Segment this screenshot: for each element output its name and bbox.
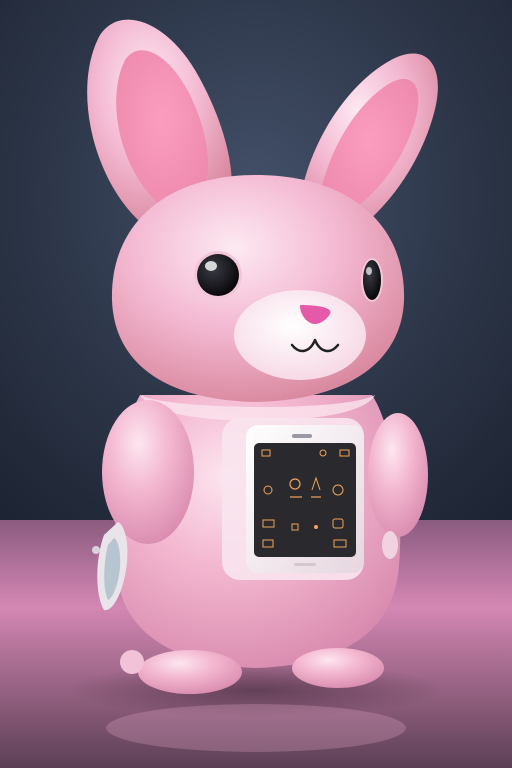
right-eye (361, 258, 383, 302)
left-foot (138, 650, 242, 694)
back-foot (120, 650, 144, 674)
bunny-scene (0, 0, 512, 768)
star-icon (314, 525, 318, 529)
chest-device (222, 418, 364, 580)
floor-reflection (106, 704, 406, 752)
muzzle (234, 290, 366, 380)
side-button-right (382, 531, 398, 559)
right-foot (292, 648, 384, 688)
left-arm (102, 400, 194, 544)
right-arm (368, 413, 428, 537)
left-eye (194, 251, 242, 299)
